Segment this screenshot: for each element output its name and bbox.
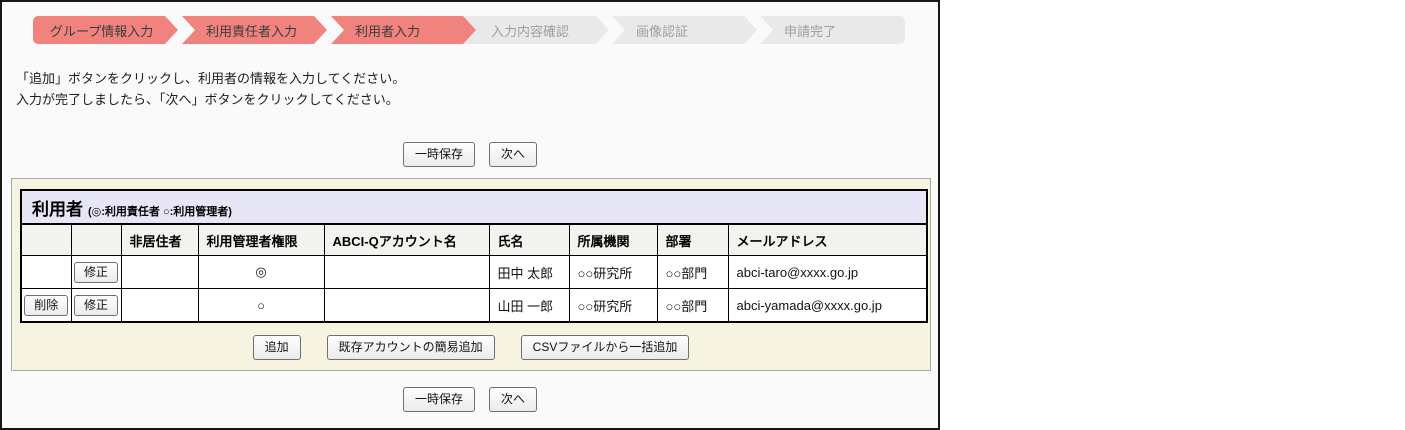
main-content-box: グループ情報入力 利用責任者入力 利用者入力 入力内容確認 画像認証 申請完了 … [0, 0, 940, 430]
top-action-row: 一時保存 次へ [2, 142, 938, 167]
edit-button-row-2[interactable]: 修正 [73, 294, 118, 316]
cell-non-resident [120, 288, 199, 323]
cell-department: ○○部門 [656, 255, 729, 289]
save-draft-button-top[interactable]: 一時保存 [402, 142, 475, 167]
cell-account-name [323, 255, 490, 289]
cell-account-name [323, 288, 490, 323]
cell-organization: ○○研究所 [568, 255, 658, 289]
users-table-header-row: 非居住者 利用管理者権限 ABCI-Qアカウント名 氏名 所属機関 部署 メール… [20, 223, 928, 256]
header-non-resident: 非居住者 [120, 223, 199, 256]
edit-button-row-1[interactable]: 修正 [73, 261, 118, 283]
cell-edit: 修正 [70, 288, 122, 323]
header-abciq-account-name: ABCI-Qアカウント名 [323, 223, 490, 256]
add-from-csv-button[interactable]: CSVファイルから一括追加 [520, 335, 690, 360]
cell-delete: 削除 [20, 288, 72, 323]
instruction-line-1: 「追加」ボタンをクリックし、利用者の情報を入力してください。 [16, 71, 406, 86]
bottom-action-row: 一時保存 次へ [2, 387, 938, 412]
cell-email: abci-yamada@xxxx.go.jp [727, 288, 928, 323]
users-panel: 利用者 (◎:利用責任者 ○:利用管理者) 非居住者 利用管理者権限 ABCI-Q… [11, 178, 931, 371]
cell-name: 山田 一郎 [488, 288, 570, 323]
next-button-bottom[interactable]: 次へ [489, 387, 538, 412]
cell-email: abci-taro@xxxx.go.jp [727, 255, 928, 289]
panel-legend: (◎:利用責任者 ○:利用管理者) [88, 205, 232, 218]
header-department: 部署 [656, 223, 729, 256]
header-name: 氏名 [488, 223, 570, 256]
header-delete-column [20, 223, 72, 256]
page: グループ情報入力 利用責任者入力 利用者入力 入力内容確認 画像認証 申請完了 … [0, 0, 1405, 430]
cell-non-resident [120, 255, 199, 289]
cell-admin-mark: ◎ [197, 255, 325, 289]
header-organization: 所属機関 [568, 223, 658, 256]
add-existing-account-button[interactable]: 既存アカウントの簡易追加 [326, 335, 495, 360]
user-row-1: 修正 ◎ 田中 太郎 ○○研究所 ○○部門 abci-taro@xxxx.go.… [20, 255, 928, 289]
step-image-captcha: 画像認証 [612, 16, 757, 44]
header-email: メールアドレス [727, 223, 928, 256]
panel-title: 利用者 [32, 199, 83, 219]
user-row-2: 削除 修正 ○ 山田 一郎 ○○研究所 ○○部門 abci-yamada@xxx… [20, 288, 928, 323]
users-table-title-cell: 利用者 (◎:利用責任者 ○:利用管理者) [20, 189, 928, 225]
panel-action-row: 追加 既存アカウントの簡易追加 CSVファイルから一括追加 [20, 335, 922, 360]
step-indicator: グループ情報入力 利用責任者入力 利用者入力 入力内容確認 画像認証 申請完了 [33, 16, 938, 44]
cell-delete-empty [20, 255, 72, 289]
cell-admin-mark: ○ [197, 288, 325, 323]
step-application-complete: 申請完了 [760, 16, 905, 44]
save-draft-button-bottom[interactable]: 一時保存 [402, 387, 475, 412]
instruction-line-2: 入力が完了しましたら、「次へ」ボタンをクリックしてください。 [16, 92, 399, 107]
cell-name: 田中 太郎 [488, 255, 570, 289]
cell-edit: 修正 [70, 255, 122, 289]
users-table-title-band: 利用者 (◎:利用責任者 ○:利用管理者) [20, 189, 928, 225]
instructions: 「追加」ボタンをクリックし、利用者の情報を入力してください。 入力が完了しました… [16, 68, 938, 110]
step-user-input: 利用者入力 [331, 16, 476, 44]
next-button-top[interactable]: 次へ [489, 142, 538, 167]
step-group-info-input: グループ情報入力 [33, 16, 178, 44]
cell-organization: ○○研究所 [568, 288, 658, 323]
header-edit-column [70, 223, 122, 256]
cell-department: ○○部門 [656, 288, 729, 323]
header-admin-authority: 利用管理者権限 [197, 223, 325, 256]
step-responsible-person-input: 利用責任者入力 [182, 16, 327, 44]
step-confirm-input: 入力内容確認 [464, 16, 609, 44]
delete-button-row-2[interactable]: 削除 [24, 294, 69, 316]
users-table: 利用者 (◎:利用責任者 ○:利用管理者) 非居住者 利用管理者権限 ABCI-Q… [20, 189, 929, 323]
add-user-button[interactable]: 追加 [252, 335, 301, 360]
